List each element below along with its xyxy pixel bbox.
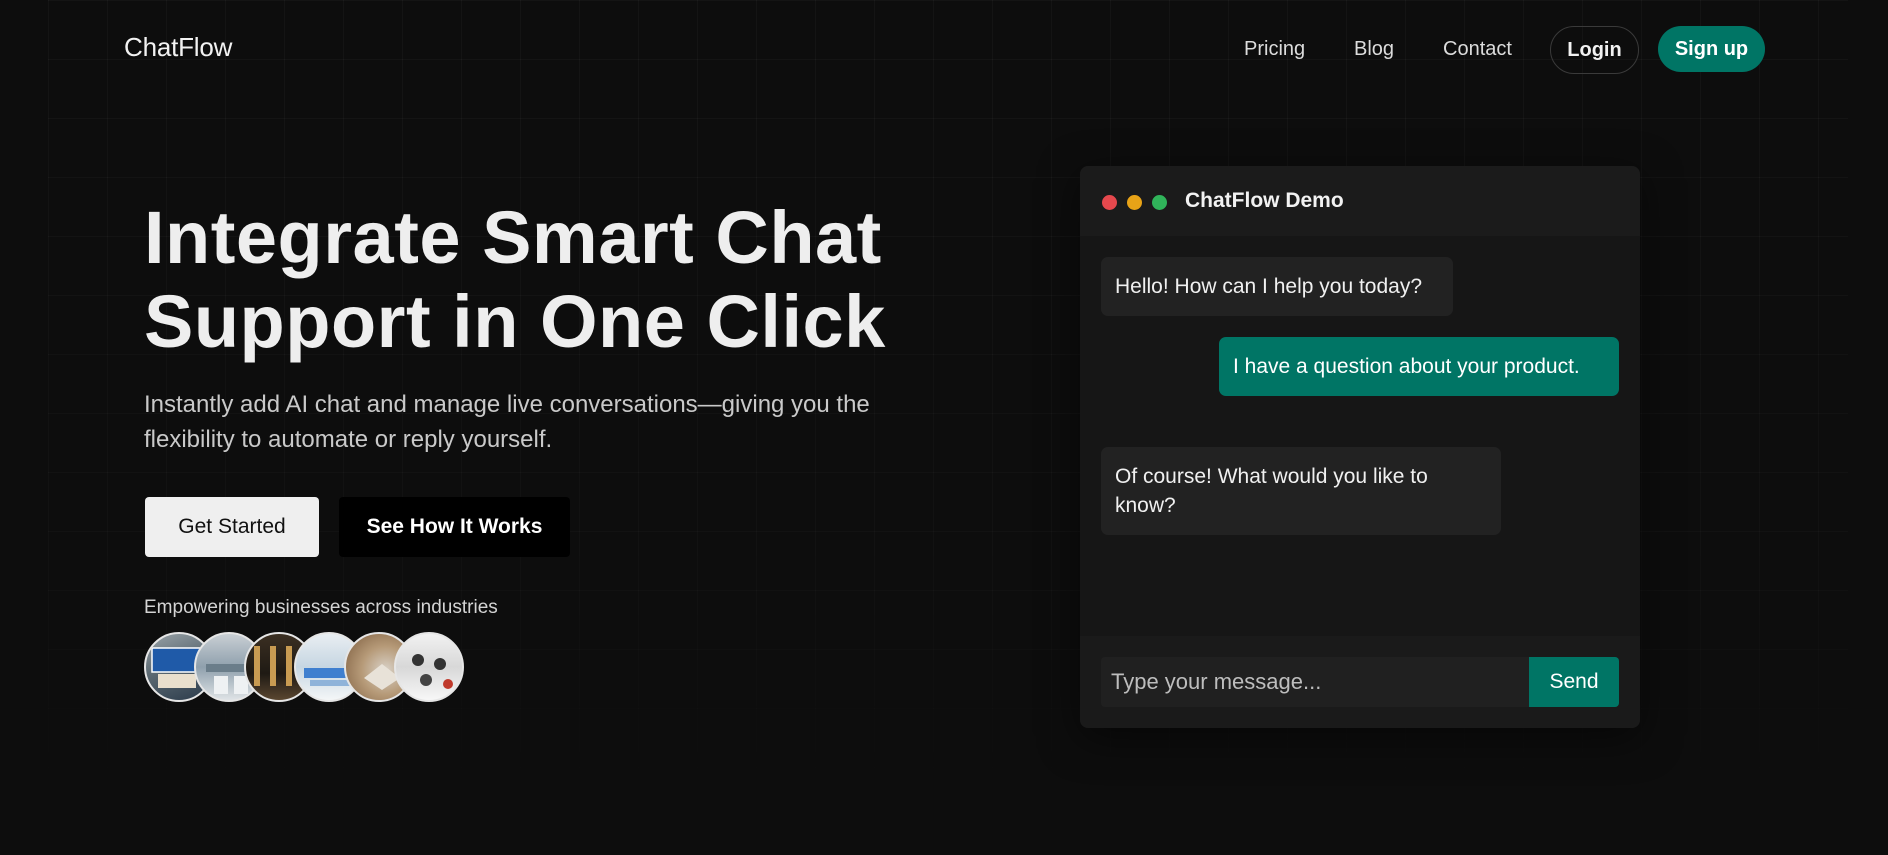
brand-logo[interactable]: ChatFlow <box>124 32 232 63</box>
chat-input-bar: Send <box>1080 636 1640 728</box>
store-shelves-icon <box>412 654 453 689</box>
chat-demo-window: ChatFlow Demo Hello! How can I help you … <box>1080 166 1640 728</box>
nav-link-blog[interactable]: Blog <box>1354 38 1394 61</box>
industry-avatar-group <box>144 632 474 702</box>
nav-link-pricing[interactable]: Pricing <box>1244 38 1305 61</box>
window-minimize-dot <box>1127 195 1142 210</box>
window-maximize-dot <box>1152 195 1167 210</box>
see-how-it-works-button[interactable]: See How It Works <box>339 497 570 557</box>
hero-title: Integrate Smart Chat Support in One Clic… <box>144 196 964 364</box>
login-button[interactable]: Login <box>1550 26 1639 74</box>
signup-button[interactable]: Sign up <box>1658 26 1765 72</box>
chat-demo-header: ChatFlow Demo <box>1080 166 1640 236</box>
hero-subtitle: Instantly add AI chat and manage live co… <box>144 391 870 453</box>
landing-page: ChatFlow Pricing Blog Contact Login Sign… <box>0 0 1888 855</box>
chat-message-bot: Of course! What would you like to know? <box>1101 447 1501 535</box>
get-started-button[interactable]: Get Started <box>145 497 319 557</box>
nav-link-contact[interactable]: Contact <box>1443 38 1512 61</box>
window-close-dot <box>1102 195 1117 210</box>
industries-label: Empowering businesses across industries <box>144 597 498 618</box>
hero-title-line-2: Support in One Click <box>144 280 886 363</box>
industry-avatar-store <box>394 632 464 702</box>
hero-title-line-1: Integrate Smart Chat <box>144 196 882 279</box>
chat-message-input[interactable] <box>1101 657 1529 707</box>
send-button[interactable]: Send <box>1529 657 1619 707</box>
chat-message-bot: Hello! How can I help you today? <box>1101 257 1453 316</box>
chat-demo-title: ChatFlow Demo <box>1185 189 1344 212</box>
chat-message-user: I have a question about your product. <box>1219 337 1619 396</box>
